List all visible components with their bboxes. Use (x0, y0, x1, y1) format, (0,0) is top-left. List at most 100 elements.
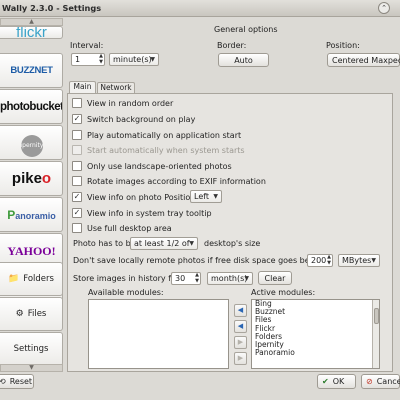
chevron-down-icon: ▼ (244, 275, 249, 282)
option-label: View info in system tray tooltip (87, 208, 212, 218)
photo-size-value: at least 1/2 of (134, 239, 190, 248)
chevron-down-icon: ▼ (150, 56, 155, 63)
disk-space-unit-select[interactable]: MBytes ▼ (338, 254, 380, 267)
sidebar-item-panoramio[interactable]: Panoramio (0, 197, 63, 232)
spin-arrows-icon[interactable]: ▲ ▼ (99, 53, 103, 65)
check-icon: ✔ (322, 377, 329, 386)
checkbox[interactable]: ✓ (72, 192, 82, 202)
collapse-button[interactable]: ⌃ (378, 2, 390, 14)
reset-label: Reset (9, 377, 33, 386)
panoramio-logo-text: anoramio (15, 211, 56, 221)
sidebar-item-settings[interactable]: Settings (0, 332, 63, 366)
option-switch-background[interactable]: ✓ Switch background on play (72, 112, 195, 126)
active-modules-label: Active modules: (251, 288, 316, 297)
option-tray-tooltip[interactable]: ✓ View info in system tray tooltip (72, 206, 212, 220)
checkbox[interactable] (72, 223, 82, 233)
active-modules-list[interactable]: Bing Buzznet Files Flickr Folders Iperni… (251, 299, 380, 369)
sidebar-item-files[interactable]: ⚙ Files (0, 297, 63, 331)
cancel-button[interactable]: ⊘Cancel (361, 374, 400, 389)
option-label: Start automatically when system starts (87, 145, 245, 155)
ok-label: OK (332, 377, 345, 386)
chevron-down-icon: ▼ (371, 257, 376, 264)
option-label: Only use landscape-oriented photos (87, 161, 232, 171)
sidebar-item-flickr-top[interactable]: flickr (0, 26, 63, 39)
option-start-with-system: Start automatically when system starts (72, 143, 245, 157)
option-label: View info on photo Position: (87, 192, 199, 202)
position-label: Position: (326, 41, 360, 50)
border-label: Border: (217, 41, 247, 50)
option-landscape-only[interactable]: Only use landscape-oriented photos (72, 159, 232, 173)
interval-spinbox[interactable]: 1 ▲ ▼ (71, 53, 105, 66)
interval-value: 1 (75, 55, 81, 64)
position-button[interactable]: Centered Maxpect (327, 53, 400, 67)
move-left-all-button[interactable]: ◀ (234, 304, 247, 317)
sidebar-scroll-up-button[interactable]: ▲ (0, 18, 63, 26)
option-label: Rotate images according to EXIF informat… (87, 176, 266, 186)
spin-arrows-icon[interactable]: ▲ ▼ (327, 254, 331, 266)
checkbox[interactable] (72, 176, 82, 186)
interval-unit-select[interactable]: minute(s) ▼ (109, 53, 159, 66)
option-view-info-photo[interactable]: ✓ View info on photo Position: (72, 190, 198, 204)
general-options-title: General options (214, 25, 278, 34)
history-label: Store images in history for (73, 274, 180, 283)
border-button[interactable]: Auto (218, 53, 269, 67)
list-item[interactable]: Buzznet (252, 307, 379, 316)
sidebar-item-buzznet[interactable]: BUZZNET (0, 53, 63, 88)
interval-label: Interval: (70, 41, 104, 50)
option-label: Play automatically on application start (87, 130, 242, 140)
spin-arrows-icon[interactable]: ▲ ▼ (195, 272, 199, 284)
history-unit-select[interactable]: month(s) ▼ (207, 272, 253, 285)
checkbox[interactable] (72, 130, 82, 140)
move-right-all-button[interactable]: ▶ (234, 352, 247, 365)
move-right-button[interactable]: ▶ (234, 336, 247, 349)
sidebar-item-photobucket[interactable]: photobucket (0, 89, 63, 124)
sidebar-item-ipernity[interactable]: ipernity (0, 125, 63, 160)
option-full-desktop[interactable]: Use full desktop area (72, 221, 172, 235)
history-value: 30 (175, 274, 186, 283)
reset-button[interactable]: ⟲ Reset (0, 374, 34, 389)
pikeo-logo-text: pike (11, 170, 42, 187)
scrollbar-thumb[interactable] (374, 308, 379, 324)
size-prefix-label: Photo has to be (73, 239, 136, 248)
sidebar-item-pikeo[interactable]: pikeo (0, 161, 63, 196)
active-modules-scrollbar[interactable] (372, 300, 379, 368)
buzznet-logo: BUZZNET (10, 65, 53, 76)
checkbox[interactable]: ✓ (72, 208, 82, 218)
sidebar-scroll-down-button[interactable]: ▼ (0, 364, 63, 372)
option-rotate-exif[interactable]: Rotate images according to EXIF informat… (72, 174, 266, 188)
checkbox[interactable] (72, 98, 82, 108)
settings-panel: General options Interval: 1 ▲ ▼ minute(s)… (64, 18, 400, 372)
disk-space-label: Don't save locally remote photos if free… (73, 256, 324, 265)
sidebar: ▲ flickr BUZZNET photobucket ipernity pi… (0, 18, 63, 372)
ipernity-mark: ipernity (20, 134, 43, 157)
checkbox[interactable]: ✓ (72, 114, 82, 124)
reset-icon: ⟲ (0, 377, 6, 386)
disk-space-spinbox[interactable]: 200 ▲ ▼ (307, 254, 333, 267)
checkbox[interactable] (72, 161, 82, 171)
clear-history-button[interactable]: Clear (258, 271, 292, 285)
file-icon: ⚙ (15, 309, 24, 319)
ok-button[interactable]: ✔ OK (317, 374, 356, 389)
list-item[interactable]: Panoramio (252, 349, 379, 357)
history-spinbox[interactable]: 30 ▲ ▼ (171, 272, 201, 285)
photo-size-select[interactable]: at least 1/2 of ▼ (130, 237, 198, 250)
tab-network[interactable]: Network (97, 82, 135, 93)
option-random-order[interactable]: View in random order (72, 96, 173, 110)
option-autoplay[interactable]: Play automatically on application start (72, 128, 241, 142)
checkbox (72, 145, 82, 155)
sidebar-item-files-label: Files (27, 309, 47, 319)
pikeo-logo-o: o (41, 170, 52, 187)
interval-unit-value: minute(s) (113, 55, 152, 64)
cancel-icon: ⊘ (366, 377, 373, 386)
available-modules-label: Available modules: (88, 288, 164, 297)
tab-main[interactable]: Main (69, 81, 96, 93)
move-left-button[interactable]: ◀ (234, 320, 247, 333)
history-unit-value: month(s) (211, 274, 248, 283)
arrow-right-icon: ▶ (237, 354, 244, 362)
available-modules-list[interactable] (88, 299, 229, 369)
info-position-select[interactable]: Left ▼ (190, 190, 222, 203)
chevron-down-icon: ▼ (213, 193, 218, 200)
folder-icon: 📁 (8, 274, 20, 284)
sidebar-item-folders[interactable]: 📁 Folders (0, 262, 63, 296)
window-title: Wally 2.3.0 - Settings (2, 3, 102, 13)
